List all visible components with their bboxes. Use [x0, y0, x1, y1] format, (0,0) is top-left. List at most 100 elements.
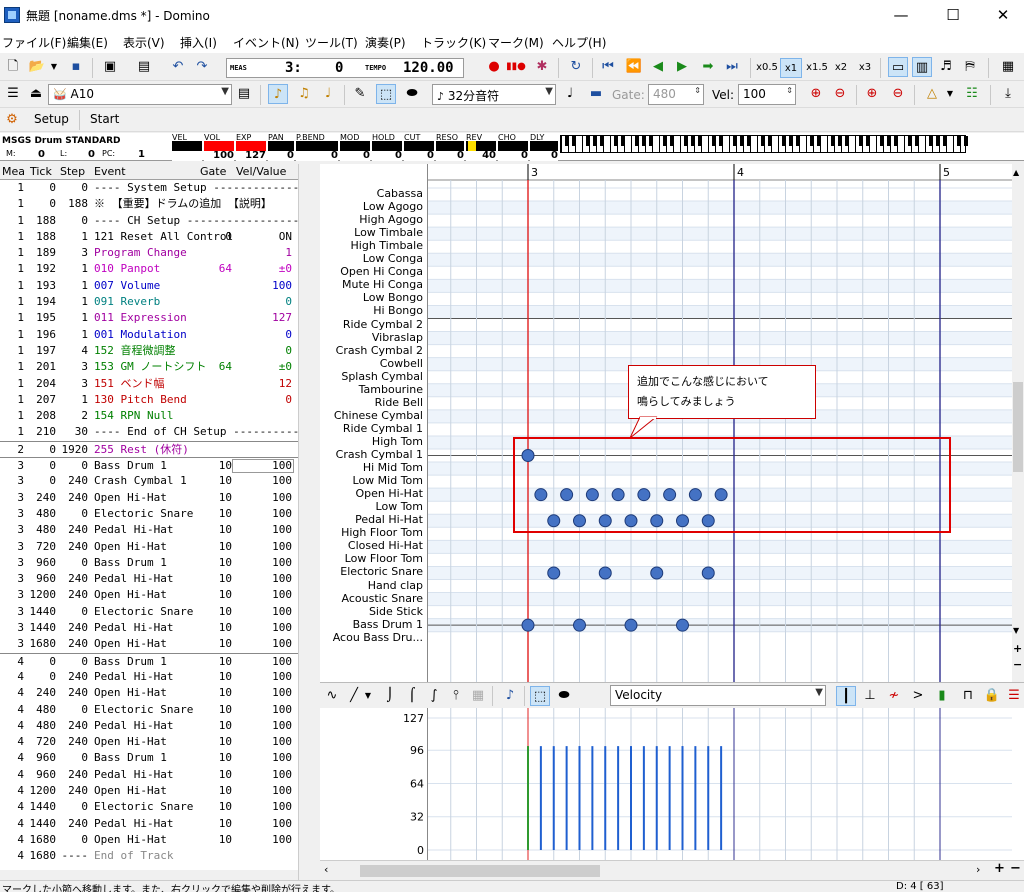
drum-name-label[interactable]: Closed Hi-Hat: [348, 539, 423, 552]
hscroll-thumb[interactable]: [360, 865, 600, 877]
event-row[interactable]: 4 0 0 Bass Drum 1 10 100: [0, 652, 298, 669]
track-props-icon[interactable]: ▤: [234, 84, 254, 104]
play-icon[interactable]: ▶: [672, 57, 692, 77]
event-row[interactable]: 2 0 1920 255 Rest (休符): [0, 440, 298, 457]
minimize-button[interactable]: —: [878, 0, 924, 31]
zoom-in-icon[interactable]: ⊕: [806, 84, 826, 104]
bell-icon[interactable]: △: [922, 84, 942, 104]
menu-file[interactable]: ファイル(F): [2, 34, 66, 51]
drum-name-label[interactable]: Ride Bell: [375, 396, 423, 409]
line-dropdown-icon[interactable]: ▼: [362, 686, 374, 706]
curve-convex-icon[interactable]: ⌠: [402, 686, 422, 706]
drum-name-label[interactable]: Mute Hi Conga: [342, 278, 423, 291]
dropdown-icon[interactable]: ▼: [944, 84, 956, 104]
drum-note[interactable]: [701, 566, 715, 580]
menu-insert[interactable]: 挿入(I): [180, 34, 217, 51]
close-button[interactable]: ✕: [980, 0, 1024, 31]
event-row[interactable]: 3 480 0 Electoric Snare 10 100: [0, 506, 298, 522]
event-row[interactable]: 1 197 4 152 音程微調整 0: [0, 343, 298, 359]
vertical-scrollbar[interactable]: ▲ ▼ + −: [1012, 164, 1024, 682]
scroll-right-icon[interactable]: ›: [976, 863, 980, 876]
step-back-icon[interactable]: ◀: [648, 57, 668, 77]
eraser-icon[interactable]: ⬬: [402, 84, 422, 104]
rewind-icon[interactable]: ⏪: [624, 57, 644, 77]
drum-note[interactable]: [573, 618, 586, 632]
menu-tools[interactable]: ツール(T): [305, 34, 358, 51]
drum-name-label[interactable]: Side Stick: [369, 605, 423, 618]
vertical-zoom-in-icon[interactable]: ⊕: [862, 84, 882, 104]
menu-help[interactable]: ヘルプ(H): [552, 34, 606, 51]
scroll-down-icon[interactable]: ▼: [1013, 626, 1019, 635]
instrument-select[interactable]: 🥁 A10 ▼: [48, 84, 232, 105]
event-row[interactable]: 4 720 240 Open Hi-Hat 10 100: [0, 734, 298, 750]
eject-icon[interactable]: ⏏: [26, 84, 46, 104]
setup-button[interactable]: Setup: [34, 112, 69, 126]
drum-name-label[interactable]: Tambourine: [359, 383, 423, 396]
erase-velocity-icon[interactable]: ⬬: [554, 686, 574, 706]
menu-play[interactable]: 演奏(P): [365, 34, 406, 51]
menu-mark[interactable]: マーク(M): [488, 34, 544, 51]
curve-concave-icon[interactable]: ⌡: [380, 686, 400, 706]
event-row[interactable]: 1 192 1 010 Panpot 64 ±0: [0, 261, 298, 277]
drum-note[interactable]: [521, 618, 535, 632]
open-dropdown-icon[interactable]: ▼: [48, 57, 60, 77]
drum-name-label[interactable]: Ride Cymbal 2: [343, 318, 423, 331]
event-row[interactable]: 4 1440 0 Electoric Snare 10 100: [0, 799, 298, 815]
quantize-icon[interactable]: ♩: [560, 84, 580, 104]
scroll-thumb[interactable]: [1013, 382, 1023, 472]
event-row[interactable]: 4 1200 240 Open Hi-Hat 10 100: [0, 783, 298, 799]
track-menu-icon[interactable]: ☰: [3, 84, 23, 104]
new-file-icon[interactable]: 🗋: [3, 57, 23, 77]
redo-icon[interactable]: ↷: [192, 57, 212, 77]
random-icon[interactable]: ⫯: [446, 686, 466, 706]
horizontal-scrollbar[interactable]: ‹ › + −: [320, 860, 1024, 880]
drum-name-label[interactable]: Crash Cymbal 1: [336, 448, 423, 461]
event-row[interactable]: 3 0 0 Bass Drum 1 10 100: [0, 457, 298, 474]
scroll-up-icon[interactable]: ▲: [1013, 168, 1019, 177]
hzoom-plus-icon[interactable]: +: [994, 861, 1005, 876]
curve-tool-icon[interactable]: ∿: [322, 686, 342, 706]
event-row[interactable]: 1 188 0 ---- CH Setup ------------------: [0, 213, 298, 229]
mark-view-icon[interactable]: ⛿: [960, 57, 980, 77]
header-tick[interactable]: Tick: [30, 165, 52, 178]
line-tool-icon[interactable]: ╱: [344, 686, 364, 706]
drum-name-label[interactable]: Low Timbale: [354, 226, 423, 239]
drum-name-label[interactable]: Electoric Snare: [340, 565, 423, 578]
event-row[interactable]: 3 960 0 Bass Drum 1 10 100: [0, 555, 298, 571]
pencil-icon[interactable]: ✎: [350, 84, 370, 104]
record-icon[interactable]: ●: [484, 57, 504, 77]
note-grid-canvas[interactable]: 3 4 5: [428, 164, 1012, 682]
event-row[interactable]: 1 201 3 153 GM ノートシフト 64 ±0: [0, 359, 298, 375]
event-row[interactable]: 1 193 1 007 Volume 100: [0, 278, 298, 294]
open-folder-icon[interactable]: 📂: [27, 57, 47, 77]
speed-x2-button[interactable]: x2: [830, 58, 852, 78]
drum-name-label[interactable]: High Tom: [372, 435, 423, 448]
drum-name-label[interactable]: Splash Cymbal: [341, 370, 423, 383]
drum-name-label[interactable]: Low Bongo: [363, 291, 423, 304]
s-curve-icon[interactable]: ∫: [424, 686, 444, 706]
drum-name-label[interactable]: Low Agogo: [363, 200, 423, 213]
level-meter-icon[interactable]: ▮: [932, 686, 952, 706]
splitter[interactable]: [298, 164, 320, 880]
menu-event[interactable]: イベント(N): [233, 34, 299, 51]
zoom-minus-icon[interactable]: −: [1013, 658, 1022, 671]
event-row[interactable]: 1 204 3 151 ベンド幅 12: [0, 376, 298, 392]
greater-icon[interactable]: >: [908, 686, 928, 706]
select-velocity-icon[interactable]: ⬚: [530, 686, 550, 706]
event-row[interactable]: 3 1440 0 Electoric Snare 10 100: [0, 604, 298, 620]
drum-name-label[interactable]: Low Tom: [376, 500, 423, 513]
drum-name-label[interactable]: Hand clap: [368, 579, 423, 592]
drum-note[interactable]: [676, 618, 689, 632]
event-row[interactable]: 3 720 240 Open Hi-Hat 10 100: [0, 539, 298, 555]
drum-name-label[interactable]: Low Mid Tom: [353, 474, 423, 487]
drum-note[interactable]: [547, 566, 561, 580]
drum-name-label[interactable]: Open Hi Conga: [340, 265, 423, 278]
drum-name-label[interactable]: Ride Cymbal 1: [343, 422, 423, 435]
table-view-icon[interactable]: ▦: [998, 57, 1018, 77]
event-row[interactable]: 4 960 240 Pedal Hi-Hat 10 100: [0, 767, 298, 783]
event-list[interactable]: 1 0 0 ---- System Setup -------------- 1 0 188…: [0, 180, 298, 870]
scroll-left-icon[interactable]: ‹: [324, 863, 328, 876]
controller-select[interactable]: Velocity ▼: [610, 685, 826, 706]
tracks-icon[interactable]: ☷: [962, 84, 982, 104]
drum-name-label[interactable]: Cowbell: [380, 357, 423, 370]
